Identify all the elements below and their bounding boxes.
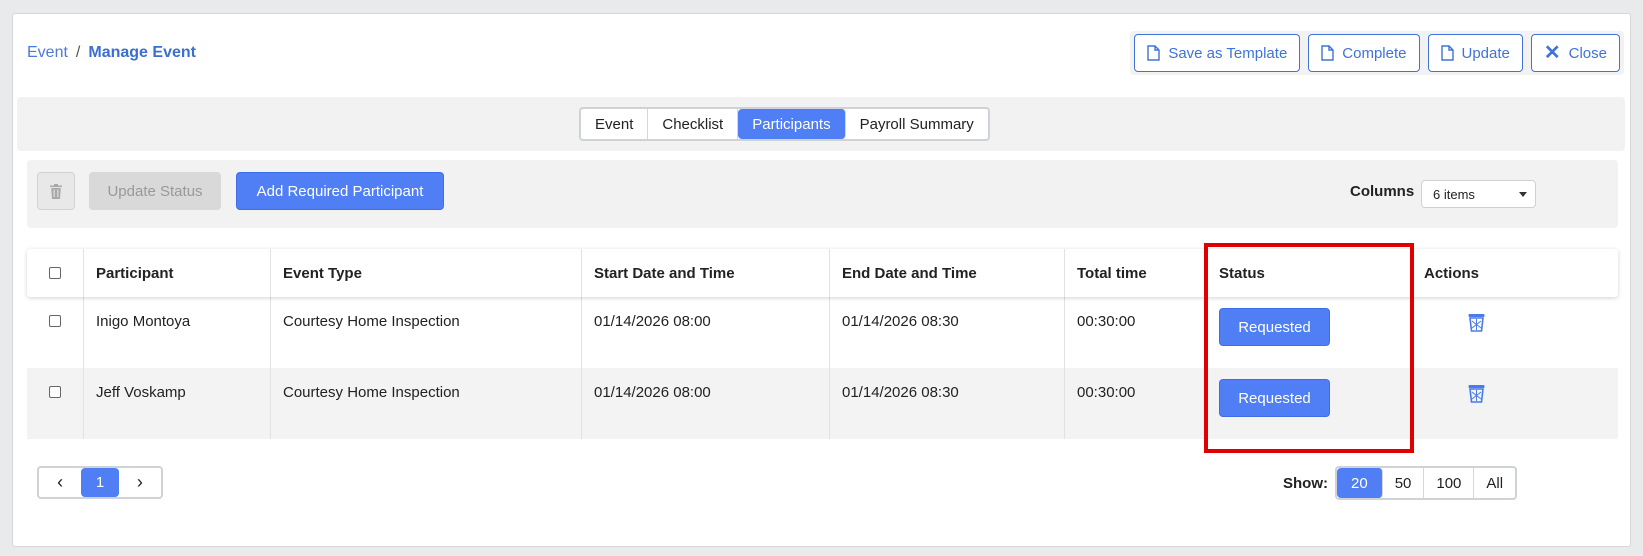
- tab-checklist[interactable]: Checklist: [648, 109, 739, 139]
- tab-payroll-summary[interactable]: Payroll Summary: [846, 109, 988, 139]
- end-date-cell: 01/14/2026 08:30: [830, 368, 1065, 439]
- update-label: Update: [1461, 44, 1510, 62]
- participant-cell: Inigo Montoya: [84, 297, 271, 368]
- document-icon: [1321, 45, 1334, 61]
- select-all-checkbox[interactable]: [49, 267, 61, 279]
- table-row: Inigo Montoya Courtesy Home Inspection 0…: [27, 297, 1618, 368]
- page-number-current[interactable]: 1: [81, 468, 119, 497]
- breadcrumb-current[interactable]: Manage Event: [88, 44, 196, 62]
- chevron-left-icon[interactable]: ‹: [39, 468, 81, 497]
- header-total-time[interactable]: Total time: [1065, 249, 1207, 297]
- status-requested-button[interactable]: Requested: [1219, 379, 1330, 417]
- page-size-all[interactable]: All: [1474, 468, 1515, 498]
- complete-label: Complete: [1342, 44, 1407, 62]
- document-icon: [1147, 45, 1161, 61]
- total-time-cell: 00:30:00: [1065, 297, 1207, 368]
- participants-toolbar: Update Status Add Required Participant C…: [27, 160, 1618, 228]
- start-date-cell: 01/14/2026 08:00: [582, 368, 830, 439]
- header-event-type[interactable]: Event Type: [271, 249, 582, 297]
- event-type-cell: Courtesy Home Inspection: [271, 368, 582, 439]
- header-actions: Actions: [1424, 264, 1480, 282]
- status-cell: Requested: [1207, 297, 1412, 368]
- breadcrumb: Event / Manage Event: [27, 44, 196, 62]
- save-as-template-button[interactable]: Save as Template: [1134, 34, 1301, 72]
- page-size-50[interactable]: 50: [1383, 468, 1425, 498]
- table-header-row: Participant Event Type Start Date and Ti…: [27, 249, 1618, 297]
- header-participant[interactable]: Participant: [84, 249, 271, 297]
- columns-select[interactable]: 6 items: [1421, 180, 1536, 208]
- start-date-cell: 01/14/2026 08:00: [582, 297, 830, 368]
- pagination: ‹ 1 ›: [37, 466, 163, 499]
- columns-label: Columns: [1350, 183, 1415, 200]
- tab-event[interactable]: Event: [581, 109, 649, 139]
- close-label: Close: [1568, 44, 1607, 62]
- update-button[interactable]: Update: [1427, 34, 1523, 72]
- header-status[interactable]: Status: [1207, 249, 1412, 297]
- actions-cell: [1412, 368, 1618, 439]
- trash-icon[interactable]: [1468, 313, 1485, 332]
- page-size-20[interactable]: 20: [1337, 468, 1383, 498]
- row-select-cell: [27, 368, 84, 439]
- select-all-cell: [27, 249, 84, 297]
- row-select-cell: [27, 297, 84, 368]
- document-icon: [1440, 45, 1454, 61]
- header-end-date[interactable]: End Date and Time: [830, 249, 1065, 297]
- status-cell: Requested: [1207, 368, 1412, 439]
- show-label: Show:: [1283, 475, 1328, 492]
- page-size-selector: 20 50 100 All: [1335, 466, 1518, 500]
- manage-event-card: Event / Manage Event Save as Template Co…: [12, 13, 1631, 547]
- end-date-cell: 01/14/2026 08:30: [830, 297, 1065, 368]
- breadcrumb-event-link[interactable]: Event: [27, 44, 68, 62]
- columns-select-value: 6 items: [1433, 186, 1475, 202]
- event-type-cell: Courtesy Home Inspection: [271, 297, 582, 368]
- chevron-right-icon[interactable]: ›: [119, 468, 161, 497]
- trash-icon[interactable]: [1468, 384, 1485, 403]
- tab-group: Event Checklist Participants Payroll Sum…: [579, 107, 990, 141]
- complete-button[interactable]: Complete: [1308, 34, 1420, 72]
- tab-participants[interactable]: Participants: [738, 109, 846, 139]
- participant-cell: Jeff Voskamp: [84, 368, 271, 439]
- tab-bar: Event Checklist Participants Payroll Sum…: [17, 97, 1625, 151]
- delete-selected-button[interactable]: [37, 172, 75, 210]
- actions-cell: [1412, 297, 1618, 368]
- add-required-participant-button[interactable]: Add Required Participant: [236, 172, 444, 210]
- table-row: Jeff Voskamp Courtesy Home Inspection 01…: [27, 368, 1618, 439]
- header-actions: Save as Template Complete Update ✕ Close: [1130, 31, 1624, 75]
- page-size-100[interactable]: 100: [1424, 468, 1475, 498]
- close-icon: ✕: [1543, 42, 1561, 64]
- breadcrumb-separator: /: [75, 44, 81, 61]
- row-checkbox[interactable]: [49, 386, 61, 398]
- header-start-date[interactable]: Start Date and Time: [582, 249, 830, 297]
- close-button[interactable]: ✕ Close: [1530, 34, 1620, 72]
- total-time-cell: 00:30:00: [1065, 368, 1207, 439]
- chevron-down-icon: [1519, 192, 1527, 197]
- save-as-template-label: Save as Template: [1168, 44, 1288, 62]
- row-checkbox[interactable]: [49, 315, 61, 327]
- update-status-button[interactable]: Update Status: [89, 172, 221, 210]
- status-requested-button[interactable]: Requested: [1219, 308, 1330, 346]
- participants-table: Participant Event Type Start Date and Ti…: [27, 249, 1618, 439]
- trash-icon: [50, 183, 62, 199]
